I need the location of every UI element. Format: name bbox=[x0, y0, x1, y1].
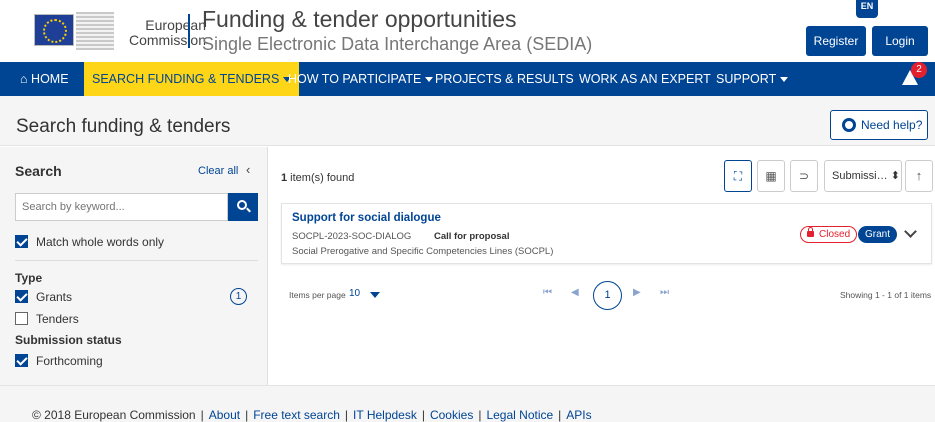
nav-search-funding[interactable]: SEARCH FUNDING & TENDERS bbox=[84, 62, 300, 96]
status-label: Closed bbox=[819, 229, 851, 240]
nav-home[interactable]: ⌂ HOME bbox=[12, 62, 77, 96]
last-page-icon[interactable]: ⏭ bbox=[660, 287, 669, 298]
caret-down-icon bbox=[780, 77, 789, 83]
register-button[interactable]: Register bbox=[806, 26, 866, 56]
site-footer: © 2018 European Commission | About | Free te… bbox=[0, 385, 935, 422]
items-per-page-label: Items per page bbox=[289, 290, 346, 300]
clear-all-link[interactable]: Clear all bbox=[198, 165, 238, 177]
results-count: 1 item(s) found bbox=[281, 172, 354, 184]
berlaymont-icon bbox=[76, 12, 114, 50]
expand-view-button[interactable]: ⛶ bbox=[724, 160, 752, 192]
nav-work-as-expert[interactable]: WORK AS AN EXPERT bbox=[571, 62, 719, 96]
calendar-icon: ▦ bbox=[765, 169, 777, 183]
caret-down-icon[interactable] bbox=[370, 292, 380, 298]
results-count-label: item(s) found bbox=[287, 172, 355, 184]
nav-projects-label: PROJECTS & RESULTS bbox=[435, 72, 574, 86]
page-title: Search funding & tenders bbox=[16, 116, 231, 137]
sidebar-divider bbox=[15, 260, 258, 261]
ec-logo-text: European Commission bbox=[128, 17, 206, 48]
next-page-icon[interactable]: ▶ bbox=[633, 287, 641, 298]
items-per-page-select[interactable]: 10 bbox=[349, 288, 360, 299]
sidebar-heading: Search bbox=[15, 163, 62, 179]
arrow-up-icon: ↑ bbox=[915, 168, 923, 183]
prev-page-icon[interactable]: ◀ bbox=[571, 287, 579, 298]
language-selector[interactable]: EN bbox=[856, 0, 878, 18]
grants-checkbox[interactable] bbox=[15, 290, 28, 303]
first-page-icon[interactable]: ⏮ bbox=[543, 287, 552, 298]
nav-projects-results[interactable]: PROJECTS & RESULTS bbox=[427, 62, 582, 96]
sort-by-value: Submissi… bbox=[832, 170, 888, 182]
forthcoming-checkbox[interactable] bbox=[15, 354, 28, 367]
nav-support-label: SUPPORT bbox=[716, 72, 777, 86]
result-card[interactable]: Support for social dialogue SOCPL-2023-S… bbox=[281, 203, 932, 264]
grants-count-badge: 1 bbox=[230, 288, 247, 305]
status-badge-closed: Closed bbox=[800, 226, 858, 243]
chevron-down-icon[interactable] bbox=[904, 225, 917, 238]
search-button[interactable] bbox=[228, 193, 258, 221]
tenders-checkbox[interactable] bbox=[15, 312, 28, 325]
showing-count: Showing 1 - 1 of 1 items bbox=[840, 290, 932, 300]
calendar-view-button[interactable]: ▦ bbox=[757, 160, 785, 192]
eu-flag-icon bbox=[34, 14, 74, 46]
footer-link-it-helpdesk[interactable]: IT Helpdesk bbox=[353, 408, 417, 422]
match-whole-words-checkbox[interactable] bbox=[15, 235, 28, 248]
footer-link-apis[interactable]: APIs bbox=[566, 408, 591, 422]
home-icon: ⌂ bbox=[20, 72, 28, 86]
collapse-sidebar-icon[interactable]: ‹ bbox=[246, 162, 250, 177]
rss-button[interactable]: ⊃ bbox=[790, 160, 818, 192]
site-title: Funding & tender opportunities bbox=[202, 6, 517, 32]
result-type: Call for proposal bbox=[434, 231, 510, 242]
lifebuoy-icon bbox=[842, 118, 856, 132]
alert-count-badge: 2 bbox=[911, 62, 927, 78]
need-help-label: Need help? bbox=[861, 118, 923, 132]
copyright: © 2018 European Commission bbox=[32, 408, 196, 422]
login-button[interactable]: Login bbox=[872, 26, 928, 56]
submission-status-heading: Submission status bbox=[15, 333, 122, 347]
result-title[interactable]: Support for social dialogue bbox=[292, 212, 441, 224]
nav-expert-label: WORK AS AN EXPERT bbox=[579, 72, 711, 86]
page-1-button[interactable]: 1 bbox=[593, 281, 622, 310]
site-header: European Commission Funding & tender opp… bbox=[0, 0, 935, 62]
nav-search-label: SEARCH FUNDING & TENDERS bbox=[92, 72, 280, 86]
sort-by-select[interactable]: Submissi… ⬍ bbox=[824, 160, 902, 192]
lock-icon bbox=[807, 227, 814, 237]
rss-icon: ⊃ bbox=[798, 169, 810, 183]
nav-home-label: HOME bbox=[31, 72, 69, 86]
result-programme: Social Prerogative and Specific Competen… bbox=[292, 246, 554, 257]
site-subtitle: Single Electronic Data Interchange Area … bbox=[202, 34, 593, 54]
search-sidebar: Search Clear all ‹ Match whole words onl… bbox=[0, 147, 268, 385]
footer-link-cookies[interactable]: Cookies bbox=[430, 408, 473, 422]
forthcoming-label: Forthcoming bbox=[36, 354, 103, 368]
page-header: Search funding & tenders Need help? bbox=[0, 96, 935, 146]
tenders-label: Tenders bbox=[36, 312, 79, 326]
expand-icon: ⛶ bbox=[733, 169, 743, 183]
footer-link-legal-notice[interactable]: Legal Notice bbox=[486, 408, 553, 422]
match-whole-words-label: Match whole words only bbox=[36, 235, 165, 249]
footer-links: © 2018 European Commission | About | Free te… bbox=[32, 408, 592, 422]
nav-participate-label: HOW TO PARTICIPATE bbox=[288, 72, 422, 86]
nav-how-to-participate[interactable]: HOW TO PARTICIPATE bbox=[280, 62, 441, 96]
grants-label: Grants bbox=[36, 290, 73, 304]
type-heading: Type bbox=[15, 271, 43, 285]
nav-support[interactable]: SUPPORT bbox=[708, 62, 796, 96]
main-nav: ⌂ HOME SEARCH FUNDING & TENDERS HOW TO P… bbox=[0, 62, 935, 96]
need-help-button[interactable]: Need help? bbox=[830, 110, 928, 140]
result-identifier: SOCPL-2023-SOC-DIALOG bbox=[292, 231, 412, 242]
keyword-search-input[interactable] bbox=[15, 193, 228, 221]
header-divider bbox=[188, 14, 190, 48]
sort-direction-button[interactable]: ↑ bbox=[905, 160, 933, 192]
sort-arrows-icon: ⬍ bbox=[890, 170, 900, 182]
footer-link-about[interactable]: About bbox=[209, 408, 240, 422]
footer-link-free-text-search[interactable]: Free text search bbox=[253, 408, 340, 422]
category-badge-grant: Grant bbox=[858, 226, 898, 243]
ec-logo[interactable]: European Commission bbox=[34, 12, 206, 52]
